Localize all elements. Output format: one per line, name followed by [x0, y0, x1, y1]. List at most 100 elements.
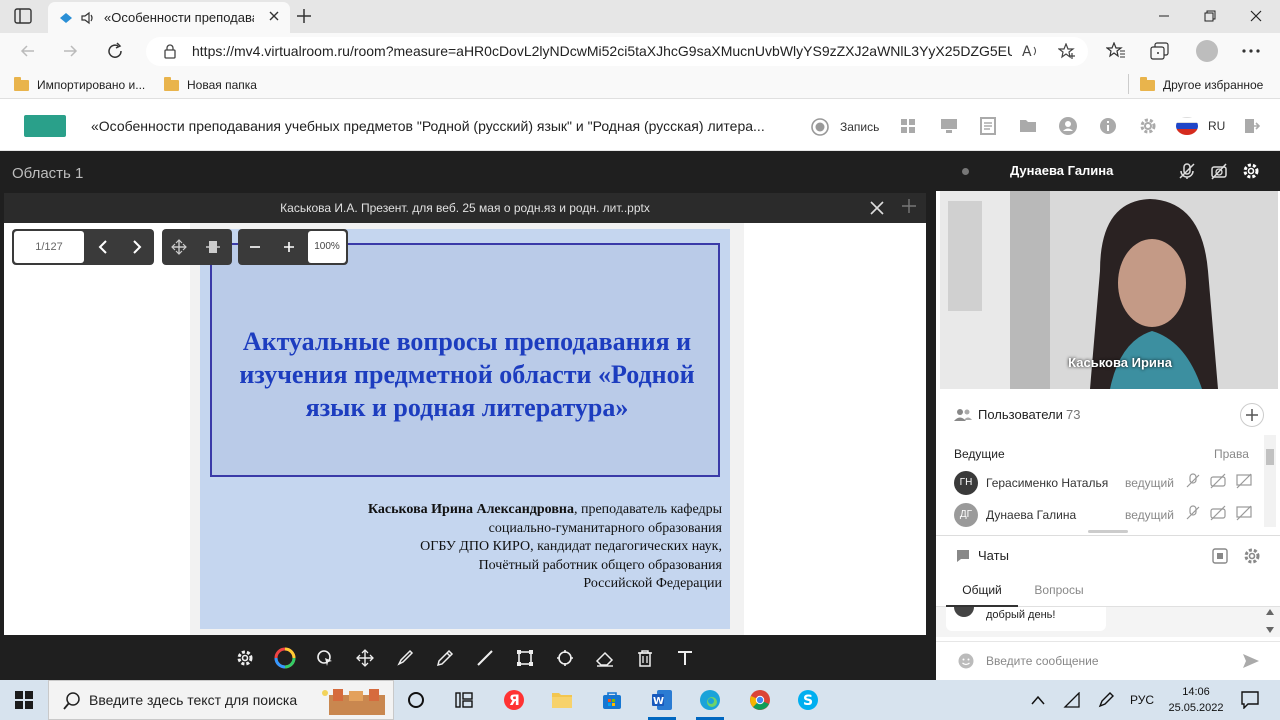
emoji-icon[interactable]	[958, 653, 974, 669]
network-icon[interactable]	[1060, 688, 1084, 712]
zoom-level[interactable]: 100%	[308, 231, 346, 263]
minimize-icon[interactable]	[1144, 4, 1184, 28]
favorites-icon[interactable]	[1106, 42, 1126, 60]
send-icon[interactable]	[1242, 653, 1260, 669]
chrome-icon[interactable]	[748, 688, 772, 712]
rectangle-tool-icon[interactable]	[510, 643, 540, 673]
russian-flag-icon[interactable]	[1176, 117, 1198, 135]
chat-export-icon[interactable]	[1212, 548, 1228, 564]
move-tool-icon[interactable]	[350, 643, 380, 673]
prev-page-button[interactable]	[86, 229, 120, 265]
bookmark-other-favorites[interactable]: Другое избранное	[1140, 76, 1263, 92]
move-icon[interactable]	[162, 229, 196, 265]
app-header: «Особенности преподавания учебных предме…	[0, 101, 1280, 151]
fit-width-icon[interactable]	[196, 229, 230, 265]
pen-workspace-icon[interactable]	[1094, 688, 1118, 712]
bookmark-folder-imported[interactable]: Импортировано и...	[14, 76, 145, 92]
forward-icon[interactable]	[62, 43, 78, 59]
yandex-browser-icon[interactable]: Я	[502, 688, 526, 712]
profile-avatar[interactable]	[1196, 40, 1218, 62]
read-aloud-icon[interactable]: A	[1022, 43, 1040, 59]
participants-icon[interactable]	[1058, 116, 1078, 136]
widgets-icon[interactable]	[452, 688, 476, 712]
browser-tab-active[interactable]: «Особенности преподава	[48, 2, 290, 33]
chat-input[interactable]: Введите сообщение	[986, 654, 1236, 668]
folder-icon	[1140, 76, 1155, 91]
video-settings-icon[interactable]	[1241, 161, 1261, 181]
notifications-icon[interactable]	[1238, 688, 1262, 712]
record-button[interactable]: Запись	[810, 117, 879, 137]
app-logo[interactable]	[24, 115, 66, 137]
files-icon[interactable]	[1019, 118, 1037, 133]
eraser-icon[interactable]	[590, 643, 620, 673]
show-hidden-icons[interactable]	[1026, 688, 1050, 712]
restore-icon[interactable]	[1190, 4, 1230, 28]
lock-icon[interactable]	[164, 44, 176, 59]
add-area-icon[interactable]	[902, 199, 916, 213]
file-explorer-icon[interactable]	[550, 688, 574, 712]
skype-icon[interactable]: S	[796, 688, 820, 712]
back-icon[interactable]	[20, 43, 36, 59]
user-row[interactable]: ДГ Дунаева Галина ведущий	[954, 501, 1264, 529]
camera-off-icon[interactable]	[1210, 162, 1228, 180]
speaker-audio-icon[interactable]	[80, 11, 96, 25]
url-field[interactable]: https://mv4.virtualroom.ru/room?measure=…	[146, 37, 1088, 66]
text-tool-icon[interactable]	[670, 643, 700, 673]
slide-author-info: Каськова Ирина Александровна, преподават…	[262, 501, 722, 594]
line-tool-icon[interactable]	[470, 643, 500, 673]
close-window-icon[interactable]	[1236, 4, 1276, 28]
add-user-button[interactable]	[1240, 403, 1264, 427]
pen-icon[interactable]	[430, 643, 460, 673]
zoom-out-button[interactable]	[238, 229, 272, 265]
new-tab-icon[interactable]	[296, 8, 312, 24]
edge-icon[interactable]	[698, 688, 722, 712]
layouts-icon[interactable]	[900, 118, 916, 134]
brush-icon[interactable]	[390, 643, 420, 673]
zoom-in-button[interactable]	[272, 229, 306, 265]
mic-off-icon[interactable]	[1178, 162, 1196, 180]
info-icon[interactable]	[1099, 117, 1117, 135]
trash-icon[interactable]	[630, 643, 660, 673]
taskbar-search[interactable]: Введите здесь текст для поиска	[48, 680, 394, 720]
document-icon[interactable]	[980, 117, 996, 135]
panel-resize-handle[interactable]	[1088, 530, 1128, 533]
next-page-button[interactable]	[120, 229, 154, 265]
chat-settings-icon[interactable]	[1242, 546, 1262, 566]
clock[interactable]: 14:06 25.05.2022	[1166, 684, 1226, 716]
tab-questions[interactable]: Вопросы	[1026, 575, 1092, 607]
color-picker-icon[interactable]	[270, 643, 300, 673]
user-row[interactable]: ГН Герасименко Наталья ведущий	[954, 469, 1264, 497]
users-scrollbar[interactable]	[1264, 435, 1276, 527]
video-owner-name: Дунаева Галина	[1010, 163, 1114, 178]
close-presentation-icon[interactable]	[870, 201, 884, 215]
page-number-input[interactable]: 1/127	[14, 231, 84, 263]
word-icon[interactable]: W	[650, 688, 674, 712]
ellipse-tool-icon[interactable]	[550, 643, 580, 673]
chat-tabs: Общий Вопросы	[936, 575, 1280, 607]
tab-general[interactable]: Общий	[946, 575, 1018, 607]
close-tab-icon[interactable]	[268, 10, 280, 22]
input-language[interactable]: РУС	[1130, 693, 1154, 707]
bookmark-folder-new[interactable]: Новая папка	[164, 76, 257, 92]
task-view-icon[interactable]	[404, 688, 428, 712]
slide-title: Актуальные вопросы преподавания и изучен…	[222, 325, 712, 424]
chat-scroll-up-icon[interactable]	[1266, 609, 1274, 615]
user-name: Герасименко Наталья	[986, 476, 1109, 490]
bookmarks-bar: Импортировано и... Новая папка Другое из…	[0, 70, 1280, 99]
pointer-icon[interactable]	[310, 643, 340, 673]
video-feed[interactable]: Каськова Ирина	[940, 191, 1278, 389]
screen-share-icon[interactable]	[940, 118, 958, 134]
windows-start-icon[interactable]	[12, 688, 36, 712]
add-favorite-icon[interactable]	[1058, 43, 1076, 60]
language-label[interactable]: RU	[1208, 119, 1225, 133]
chat-message-text: добрый день!	[986, 609, 1056, 621]
settings-gear-icon[interactable]	[1138, 116, 1158, 136]
refresh-icon[interactable]	[106, 42, 124, 60]
toolbar-settings-icon[interactable]	[230, 643, 260, 673]
more-menu-icon[interactable]	[1242, 49, 1260, 53]
tab-actions-icon[interactable]	[14, 8, 32, 24]
store-icon[interactable]	[600, 688, 624, 712]
chat-scroll-down-icon[interactable]	[1266, 627, 1274, 633]
exit-icon[interactable]	[1244, 118, 1260, 134]
collections-icon[interactable]	[1150, 42, 1170, 60]
